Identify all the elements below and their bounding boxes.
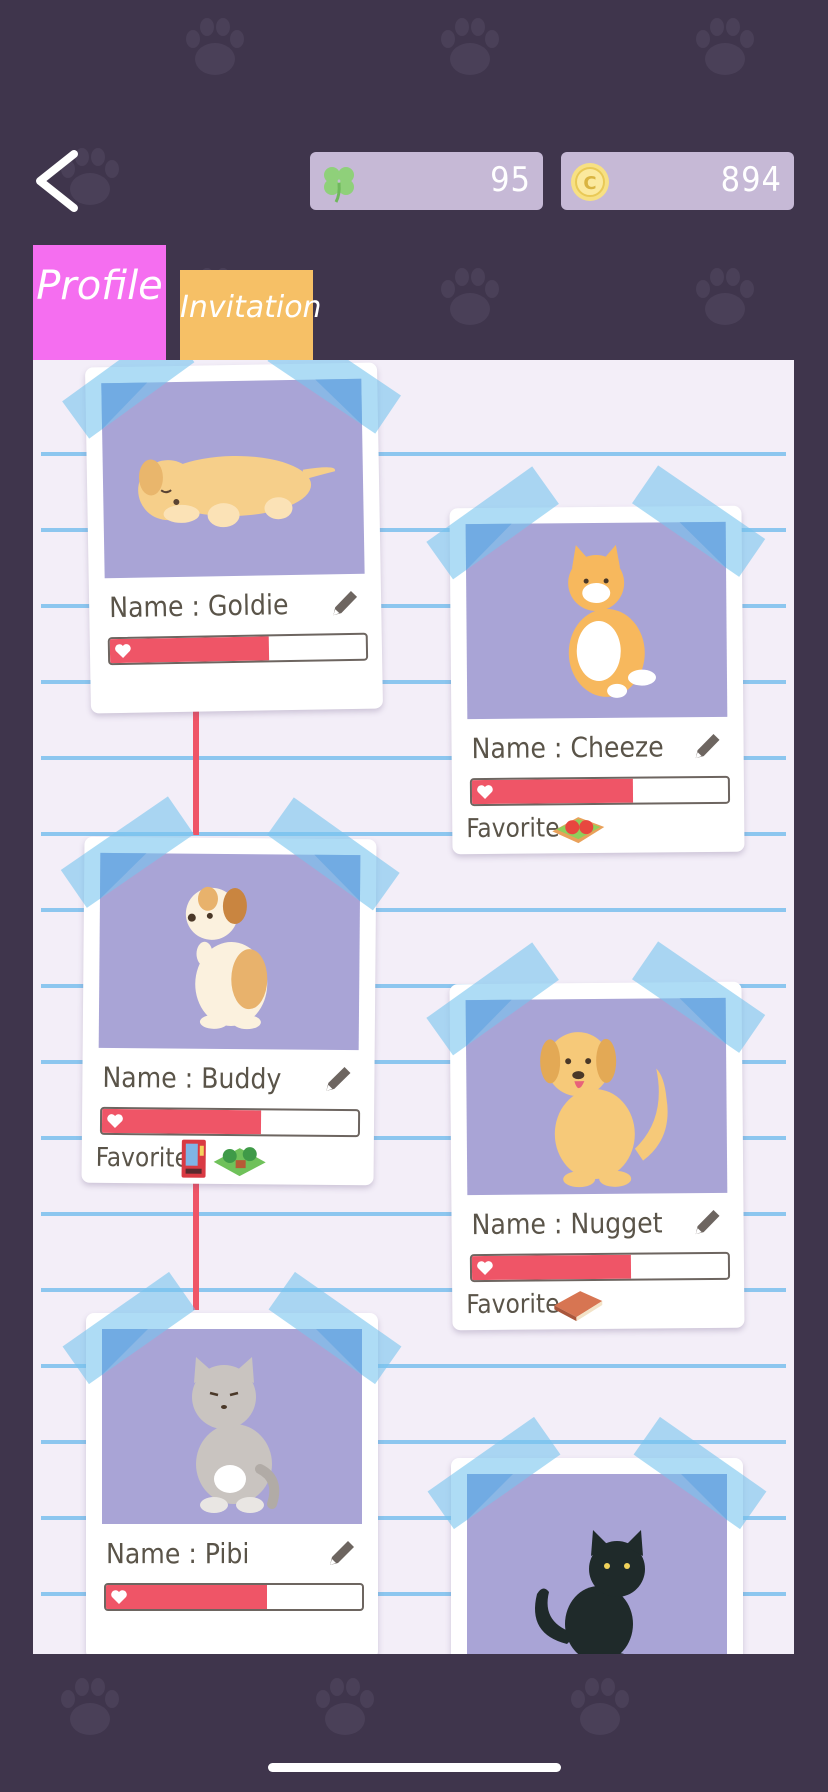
clover-counter: 95	[310, 152, 543, 210]
heart-icon	[477, 1261, 493, 1275]
pet-name-pibi: Name : Pibi	[106, 1537, 250, 1570]
book-icon	[554, 1291, 603, 1322]
vending-machine-icon	[181, 1139, 206, 1178]
pet-name-goldie: Name : Goldie	[108, 588, 289, 625]
heart-icon	[111, 1590, 127, 1604]
affection-bar	[104, 1583, 364, 1611]
edit-pencil-icon[interactable]	[327, 587, 362, 622]
heart-icon	[477, 785, 493, 799]
pet-card-goldie[interactable]: Name : Goldie	[62, 360, 401, 714]
coin-count: 894	[720, 160, 782, 200]
pet-name-buddy: Name : Buddy	[102, 1060, 282, 1096]
affection-bar-fill	[109, 636, 269, 664]
affection-bar-fill	[471, 778, 634, 805]
park-icon	[213, 1147, 266, 1177]
pet-card-nugget[interactable]: Name : Nugget Favorite :	[426, 941, 766, 1331]
heart-icon	[107, 1114, 123, 1129]
pet-album-screen: 95 C 894 Profile Invitation Name: Goldi…	[0, 0, 828, 1792]
coin-icon: C	[571, 163, 609, 201]
coin-counter: C 894	[561, 152, 794, 210]
pet-card-cheeze[interactable]: Name : Cheeze Favorite :	[426, 465, 766, 855]
tab-invitation[interactable]: Invitation	[180, 270, 322, 360]
tab-profile-label: Profile	[36, 263, 163, 309]
edit-pencil-icon[interactable]	[689, 730, 723, 764]
affection-bar	[469, 775, 731, 807]
pet-name-cheeze: Name : Cheeze	[471, 730, 664, 766]
family-connector	[193, 705, 199, 835]
home-indicator[interactable]	[268, 1763, 561, 1772]
edit-pencil-icon[interactable]	[324, 1537, 358, 1571]
affection-bar-fill	[471, 1254, 631, 1281]
heart-icon	[115, 644, 131, 658]
edit-pencil-icon[interactable]	[320, 1063, 354, 1097]
affection-bar	[469, 1251, 731, 1283]
family-connector	[193, 1180, 199, 1310]
affection-bar	[99, 1106, 361, 1138]
affection-bar-fill	[106, 1585, 268, 1609]
pet-card-pibi[interactable]: Name : Pibi	[62, 1271, 402, 1654]
tab-profile[interactable]: Profile	[33, 245, 166, 360]
tomato-toast-icon	[552, 817, 605, 844]
affection-bar-fill	[101, 1108, 261, 1135]
pet-album-panel[interactable]: Name : Goldie Name: Cheeze Favorite: N…	[33, 360, 794, 1654]
svg-text:C: C	[583, 173, 596, 194]
pet-name-nugget: Name : Nugget	[471, 1206, 663, 1242]
back-button[interactable]	[30, 148, 90, 214]
clover-icon	[324, 167, 354, 203]
tab-invitation-label: Invitation	[180, 290, 322, 325]
pet-card-black-cat[interactable]	[427, 1416, 767, 1654]
affection-bar	[107, 632, 369, 666]
pet-card-buddy[interactable]: Name : Buddy Favorite :	[60, 796, 400, 1186]
edit-pencil-icon[interactable]	[689, 1206, 723, 1240]
clover-count: 95	[490, 160, 531, 200]
